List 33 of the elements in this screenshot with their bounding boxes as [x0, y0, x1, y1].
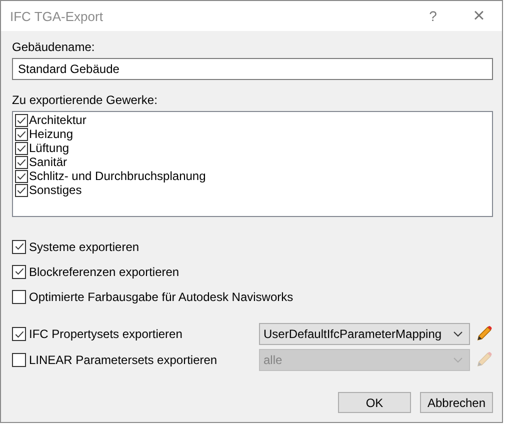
field-label: Gebäudename:	[12, 39, 96, 55]
chevron-down-icon	[453, 331, 464, 337]
close-button[interactable]: ×	[456, 1, 502, 31]
checkbox[interactable]	[15, 156, 28, 168]
dialog-button[interactable]: OK	[338, 392, 411, 413]
checkbox[interactable]	[15, 184, 28, 196]
checkbox[interactable]	[15, 114, 28, 126]
building-name-field[interactable]: Standard Gebäude	[12, 58, 493, 80]
list-label: Zu exportierende Gewerke:	[12, 92, 158, 108]
window-title: IFC TGA-Export	[10, 8, 104, 24]
list-item[interactable]: Architektur	[15, 113, 490, 127]
dropdown[interactable]: UserDefaultIfcParameterMapping	[259, 323, 470, 345]
list-item[interactable]: Sonstiges	[15, 183, 490, 197]
dialog-button[interactable]: Abbrechen	[420, 392, 493, 413]
checkbox[interactable]	[12, 327, 26, 341]
checkbox-label: LINEAR Parametersets exportieren	[29, 353, 218, 367]
checkbox[interactable]	[12, 290, 26, 304]
list-item[interactable]: Schlitz- und Durchbruchsplanung	[15, 169, 490, 183]
checkbox[interactable]	[15, 170, 28, 182]
list-item[interactable]: Lüftung	[15, 141, 490, 155]
help-button[interactable]: ?	[410, 1, 456, 31]
checkbox-label: Blockreferenzen exportieren	[29, 264, 180, 278]
checkbox[interactable]	[12, 240, 26, 254]
checkbox-label: Systeme exportieren	[29, 240, 140, 254]
chevron-down-icon	[453, 357, 464, 363]
checkbox[interactable]	[12, 264, 26, 278]
checkbox[interactable]	[15, 128, 28, 140]
checkbox-label: IFC Propertysets exportieren	[29, 327, 184, 341]
list-item[interactable]: Sanitär	[15, 155, 490, 169]
list-item[interactable]: Heizung	[15, 127, 490, 141]
checkbox-label: Optimierte Farbausgabe für Autodesk Navisworks	[29, 290, 294, 304]
checkbox[interactable]	[15, 142, 28, 154]
pencil-icon[interactable]	[475, 325, 493, 343]
